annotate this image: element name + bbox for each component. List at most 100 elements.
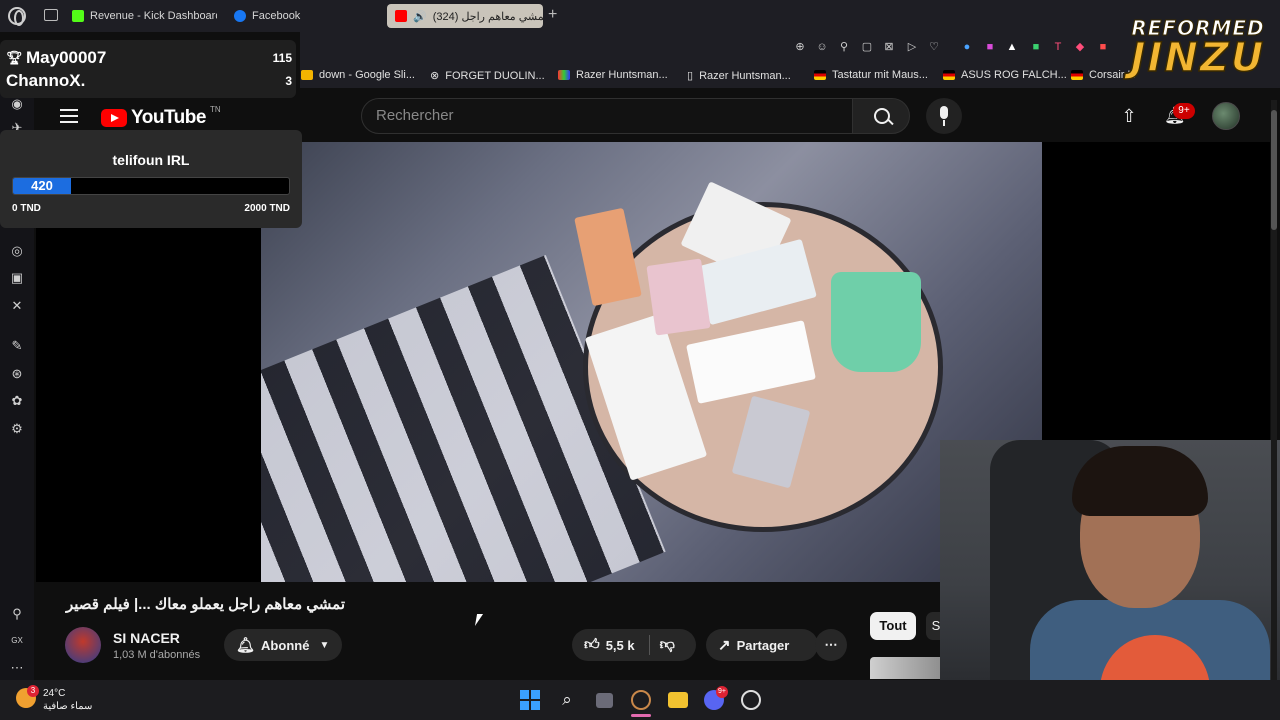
upload-icon[interactable]: ⇧ <box>1121 107 1137 125</box>
sidebar-pin-icon[interactable]: ⚲ <box>9 606 25 622</box>
page-scrollbar[interactable] <box>1271 100 1277 680</box>
weather-temperature[interactable]: 24°C <box>43 688 65 699</box>
heart-icon[interactable]: ♡ <box>928 41 940 53</box>
taskbar-search-icon[interactable]: ⌕ <box>557 690 577 710</box>
share-button[interactable]: ↗ Partager <box>706 629 818 661</box>
share-arrow-icon: ↗ <box>718 637 731 654</box>
pin-icon[interactable]: ⚲ <box>838 41 850 53</box>
bookmark-item[interactable]: down - Google Sli... <box>301 69 415 81</box>
search-input[interactable]: Rechercher <box>361 98 853 134</box>
snapshot-icon[interactable]: ▢ <box>861 41 873 53</box>
bookmark-label: Razer Huntsman... <box>699 69 791 82</box>
youtube-logo[interactable]: YouTube TN <box>101 105 221 129</box>
weather-description[interactable]: سماء صافية <box>43 701 92 712</box>
settings-taskbar-icon[interactable] <box>741 690 761 710</box>
gx-icon[interactable]: GX <box>9 633 25 649</box>
dislike-thumb-icon[interactable]: 👎︎ <box>660 636 675 654</box>
more-dots-icon: ⋯ <box>824 637 838 652</box>
bell-outline-icon: 🔔︎ <box>236 637 256 654</box>
leaderboard-row: 🏆︎ May00007 115 <box>6 48 292 68</box>
goal-current-value: 420 <box>31 178 53 193</box>
file-explorer-icon[interactable] <box>668 692 688 708</box>
page-icon: ▯ <box>687 70 694 82</box>
windows-start-icon[interactable] <box>520 690 540 710</box>
sidebar-animal-icon[interactable]: ✿ <box>9 393 25 409</box>
like-count[interactable]: 5,5 k <box>606 638 635 653</box>
search-button[interactable] <box>852 98 910 134</box>
messenger-icon[interactable]: ◎ <box>9 243 25 259</box>
new-tab-button[interactable]: + <box>548 6 557 24</box>
extension-globe-icon[interactable]: ● <box>961 41 973 53</box>
settings-gear-icon[interactable]: ⚙ <box>9 421 25 437</box>
tab-island-icon[interactable] <box>44 9 58 21</box>
link-icon: ⊗ <box>430 70 440 82</box>
account-avatar[interactable] <box>1212 102 1240 130</box>
menu-hamburger-icon[interactable] <box>60 109 78 123</box>
extension-shield-icon[interactable]: ■ <box>984 41 996 53</box>
logo-line-2: JINZU <box>1130 35 1266 81</box>
youtube-icon <box>395 10 407 22</box>
razer-icon <box>558 70 570 80</box>
discord-notification-badge: 9+ <box>716 686 728 698</box>
extension-green-icon[interactable]: ■ <box>1030 41 1042 53</box>
video-frame[interactable] <box>261 142 1042 582</box>
x-twitter-icon[interactable]: ✕ <box>9 298 25 314</box>
bookmark-item[interactable]: Tastatur mit Maus... <box>814 69 928 81</box>
instagram-icon[interactable]: ▣ <box>9 270 25 286</box>
subscribed-button[interactable]: 🔔︎ Abonné ▼ <box>224 629 342 661</box>
notification-count-badge: 9+ <box>1173 103 1195 119</box>
tab-title: Facebook <box>252 10 301 22</box>
goal-min-label: 0 TND <box>12 203 41 214</box>
more-actions-button[interactable]: ⋯ <box>815 629 847 661</box>
flag-icon <box>1071 70 1083 80</box>
extension-tp-icon[interactable]: T <box>1052 41 1064 53</box>
extension-shield2-icon[interactable]: ◆ <box>1074 41 1086 53</box>
sidebar-more-icon[interactable]: ⋯ <box>9 660 25 676</box>
tab-youtube-active[interactable]: 🔊 (324) تمشي معاهم راجل <box>387 4 543 28</box>
play-icon[interactable]: ▷ <box>906 41 918 53</box>
bookmark-item[interactable]: ASUS ROG FALCH... <box>943 69 1067 81</box>
google-slides-icon <box>301 70 313 80</box>
extension-red-icon[interactable]: ■ <box>1097 41 1109 53</box>
sidebar-eye-icon[interactable]: ◉ <box>9 96 25 112</box>
tab-kick-dashboard[interactable]: Revenue - Kick Dashboard <box>72 4 217 28</box>
bookmark-label: Tastatur mit Maus... <box>832 69 928 81</box>
weather-badge: 3 <box>27 685 39 697</box>
subscribed-label: Abonné <box>261 637 310 653</box>
like-thumb-icon[interactable]: 👍︎ <box>584 636 600 654</box>
bookmark-label: FORGET DUOLIN... <box>445 69 545 82</box>
close-box-icon[interactable]: ⊠ <box>883 41 895 53</box>
like-dislike-group: 👍︎ 5,5 k 👎︎ <box>572 629 696 661</box>
extension-rocket-icon[interactable]: ▲ <box>1006 41 1018 53</box>
tab-facebook[interactable]: Facebook <box>234 4 354 28</box>
goal-progress-bar: 420 <box>12 177 290 195</box>
voice-search-mic-icon[interactable] <box>926 98 962 134</box>
leaderboard-name: ChannoX. <box>6 71 86 90</box>
green-cup <box>831 272 921 372</box>
sidebar-brush-icon[interactable]: ✎ <box>9 338 25 354</box>
speaker-icon[interactable]: 🔊 <box>413 10 427 23</box>
subscriber-count: 1,03 M d'abonnés <box>113 649 201 661</box>
channel-avatar[interactable] <box>65 627 101 663</box>
bookmark-item[interactable]: Razer Huntsman... <box>558 69 668 81</box>
emoji-icon[interactable]: ☺ <box>816 41 828 53</box>
streamer-webcam <box>940 440 1280 680</box>
like-divider <box>648 635 650 655</box>
leaderboard-count: 115 <box>272 51 292 65</box>
share-label: Partager <box>736 637 790 653</box>
task-view-icon[interactable] <box>596 693 613 708</box>
zoom-icon[interactable]: ⊕ <box>794 41 806 53</box>
youtube-wordmark: YouTube <box>131 107 206 128</box>
chip-all[interactable]: Tout <box>870 612 916 640</box>
tab-title: (324) تمشي معاهم راجل <box>432 10 543 23</box>
scrollbar-thumb[interactable] <box>1271 110 1277 230</box>
bookmark-item[interactable]: ▯ Razer Huntsman... <box>687 69 791 83</box>
trophy-icon: 🏆︎ <box>6 50 23 65</box>
opera-logo-icon[interactable] <box>8 7 26 26</box>
sidebar-music-icon[interactable]: ⊛ <box>9 366 25 382</box>
pill-blister <box>646 258 711 336</box>
channel-name[interactable]: SI NACER <box>113 630 180 646</box>
opera-gx-taskbar-icon[interactable] <box>631 690 651 710</box>
related-video-thumbnail[interactable] <box>870 657 946 679</box>
bookmark-item[interactable]: ⊗ FORGET DUOLIN... <box>430 69 545 83</box>
